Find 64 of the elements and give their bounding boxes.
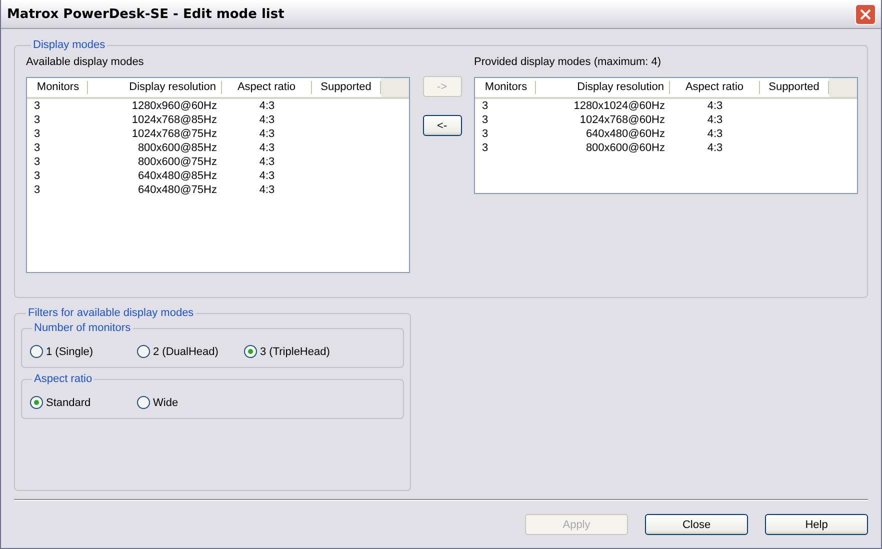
table-cell-text: 4:3 [706,127,724,141]
column-header[interactable]: Monitors [27,81,88,94]
list-label: Provided display modes (maximum: 4) [474,56,662,69]
group-title: Filters for available display modes [27,307,195,320]
radio-label: 3 (TripleHead) [260,346,330,358]
table-cell-text: 800x600@75Hz [136,155,218,169]
table-cell-text: 3 [481,127,490,141]
table-cell-text: 3 [33,127,42,141]
group-title: Display modes [32,39,106,52]
table-cell-text: 4:3 [258,183,276,197]
table-cell-text: 3 [481,141,490,155]
table-cell-text: 3 [481,99,490,113]
list-view[interactable]: Monitors Display resolution Aspect ratio Supported 3 1280x960@60Hz 4:3 3 1024x768@85Hz 4:3 3 1024x768@75Hz 4:3 3 800x600@85Hz 4:3 3 800x600@75Hz 4:3 3 640x480@85Hz 4:3 3 640x480@75Hz 4:3 [26,77,410,273]
table-cell-text: 3 [481,113,490,127]
table-cell-text: 4:3 [258,113,276,127]
list-label: Available display modes [26,56,145,69]
table-cell-text: 1024x768@85Hz [130,113,218,127]
table-cell-text: 3 [33,141,42,155]
list-view[interactable]: Monitors Display resolution Aspect ratio Supported 3 1280x1024@60Hz 4:3 3 1024x768@60Hz 4:3 3 640x480@60Hz 4:3 3 800x600@60Hz 4:3 [474,77,858,194]
table-cell-text: 1280x960@60Hz [130,99,218,113]
column-header[interactable]: Display resolution [88,81,222,94]
column-header[interactable]: Monitors [475,81,536,94]
column-header[interactable]: Display resolution [536,81,670,94]
table-cell-text: 3 [33,169,42,183]
table-cell-text: 3 [33,155,42,169]
radio-label: Wide [153,396,178,408]
table-cell-text: 1024x768@75Hz [130,127,218,141]
group-title: Aspect ratio [33,373,94,386]
radio-button[interactable] [137,345,150,358]
group-title: Number of monitors [33,322,132,335]
table-cell-text: 3 [33,99,42,113]
radio-button[interactable] [30,345,43,358]
close-icon[interactable] [855,4,876,24]
table-cell-text: 800x600@60Hz [584,141,666,155]
table-cell-text: 640x480@75Hz [136,183,218,197]
header-filler [381,78,409,97]
radio-label: 2 (DualHead) [153,346,218,358]
table-cell-text: 3 [33,113,42,127]
table-cell-text: 4:3 [706,99,724,113]
table-cell-text: 3 [33,183,42,197]
table-cell-text: 4:3 [706,141,724,155]
table-cell-text: 1024x768@60Hz [578,113,666,127]
radio-label: 1 (Single) [46,346,94,358]
window-title: Matrox PowerDesk-SE - Edit mode list [7,6,284,22]
table-cell-text: 4:3 [258,155,276,169]
header-filler [829,78,857,97]
dialog-button[interactable]: Close [645,514,748,535]
table-cell-text: 640x480@60Hz [584,127,666,141]
column-header[interactable]: Aspect ratio [670,81,760,94]
table-cell-text: 4:3 [258,141,276,155]
table-cell-text: 4:3 [706,113,724,127]
radio-button[interactable] [137,396,150,409]
radio-label: Standard [46,396,91,408]
table-cell-text: 640x480@85Hz [136,169,218,183]
table-cell-text: 800x600@85Hz [136,141,218,155]
radio-button[interactable] [244,345,257,358]
dialog-button[interactable]: Help [765,514,868,535]
table-cell-text: 4:3 [258,99,276,113]
table-cell-text: 4:3 [258,169,276,183]
table-cell-text: 4:3 [258,127,276,141]
move-button[interactable]: <- [422,115,462,136]
table-cell-text: 1280x1024@60Hz [572,99,666,113]
column-header[interactable]: Aspect ratio [222,81,312,94]
radio-button[interactable] [30,396,43,409]
